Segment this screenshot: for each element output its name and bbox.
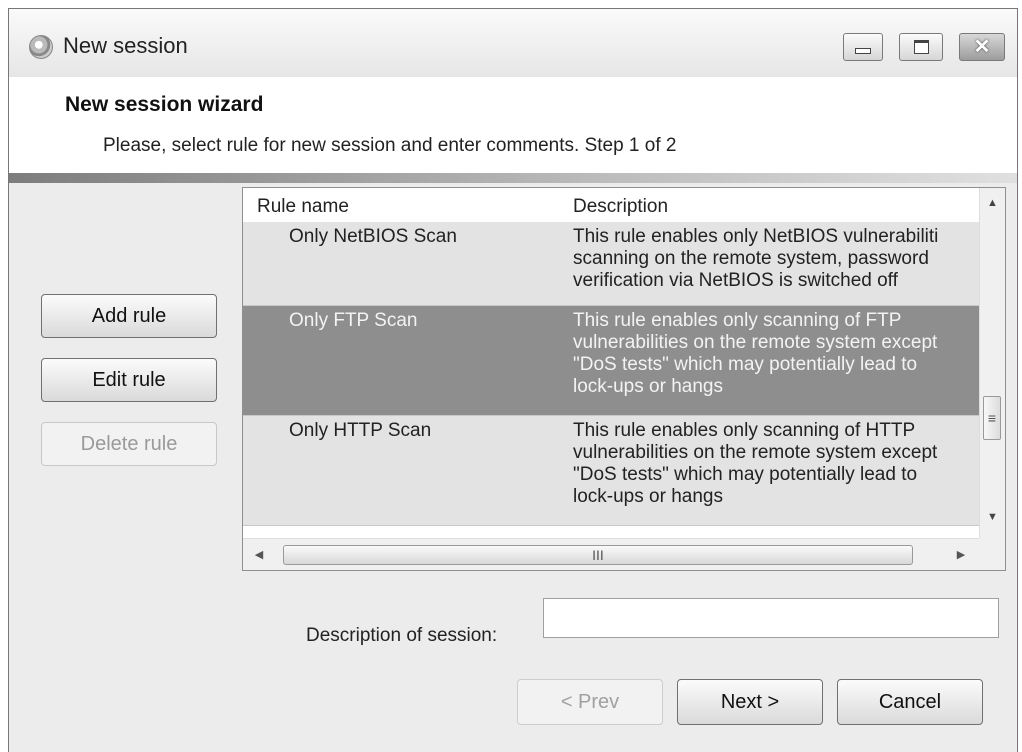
scroll-left-arrow-icon[interactable]: ◀	[247, 539, 271, 569]
rule-description: This rule enables only scanning of FTP v…	[573, 310, 979, 398]
maximize-button[interactable]	[899, 33, 943, 61]
rule-row-netbios[interactable]: Only NetBIOS Scan This rule enables only…	[243, 222, 979, 306]
wizard-subtitle: Please, select rule for new session and …	[103, 135, 677, 156]
description-line: lock-ups or hangs	[573, 486, 723, 507]
delete-rule-button[interactable]: Delete rule	[41, 422, 217, 466]
horizontal-scroll-thumb[interactable]: III	[283, 545, 913, 565]
next-button[interactable]: Next >	[677, 679, 823, 725]
new-session-dialog: New session ✕ New session wizard Please,…	[8, 8, 1018, 752]
window-title: New session	[63, 33, 188, 58]
description-line: This rule enables only NetBIOS vulnerabi…	[573, 226, 939, 247]
description-line: verification via NetBIOS is switched off	[573, 270, 898, 291]
column-header-description[interactable]: Description	[573, 196, 668, 218]
session-description-input[interactable]	[543, 598, 999, 638]
rules-list[interactable]: Rule name Description Only NetBIOS Scan …	[242, 187, 1006, 571]
description-line: "DoS tests" which may potentially lead t…	[573, 464, 918, 485]
add-rule-button[interactable]: Add rule	[41, 294, 217, 338]
rule-description: This rule enables only NetBIOS vulnerabi…	[573, 226, 979, 292]
description-line: This rule enables only scanning of HTTP	[573, 420, 916, 441]
vertical-scrollbar[interactable]: ▲ ≡ ▼	[979, 188, 1005, 538]
session-description-label: Description of session:	[306, 625, 498, 646]
scrollbar-corner	[979, 538, 1005, 570]
close-button[interactable]: ✕	[959, 33, 1005, 61]
minimize-icon	[855, 48, 871, 54]
description-line: vulnerabilities on the remote system exc…	[573, 332, 938, 353]
rules-list-body: Rule name Description Only NetBIOS Scan …	[243, 188, 979, 538]
vertical-scroll-thumb[interactable]: ≡	[983, 396, 1001, 440]
rule-row-http[interactable]: Only HTTP Scan This rule enables only sc…	[243, 416, 979, 526]
rule-name: Only NetBIOS Scan	[289, 226, 457, 247]
title-bar[interactable]: New session ✕	[9, 9, 1017, 77]
list-header: Rule name Description	[243, 188, 979, 222]
rule-row-ftp[interactable]: Only FTP Scan This rule enables only sca…	[243, 306, 979, 416]
description-line: This rule enables only scanning of FTP	[573, 310, 902, 331]
scroll-up-arrow-icon[interactable]: ▲	[980, 192, 1005, 214]
scroll-down-arrow-icon[interactable]: ▼	[980, 506, 1005, 528]
rule-name: Only FTP Scan	[289, 310, 418, 331]
grip-icon: ≡	[987, 410, 997, 426]
header-divider	[9, 173, 1017, 183]
app-icon	[29, 35, 53, 59]
description-line: "DoS tests" which may potentially lead t…	[573, 354, 918, 375]
column-header-rule-name[interactable]: Rule name	[257, 196, 349, 218]
prev-button[interactable]: < Prev	[517, 679, 663, 725]
horizontal-scrollbar[interactable]: ◀ III ▶	[243, 538, 979, 570]
cancel-button[interactable]: Cancel	[837, 679, 983, 725]
rule-name: Only HTTP Scan	[289, 420, 432, 441]
description-line: vulnerabilities on the remote system exc…	[573, 442, 938, 463]
rule-description: This rule enables only scanning of HTTP …	[573, 420, 979, 508]
edit-rule-button[interactable]: Edit rule	[41, 358, 217, 402]
wizard-title: New session wizard	[65, 93, 264, 116]
scroll-right-arrow-icon[interactable]: ▶	[949, 539, 973, 569]
close-icon: ✕	[973, 36, 991, 58]
description-line: scanning on the remote system, password	[573, 248, 929, 269]
maximize-icon	[913, 40, 929, 54]
minimize-button[interactable]	[843, 33, 883, 61]
wizard-header: New session wizard Please, select rule f…	[9, 77, 1017, 177]
grip-icon: III	[592, 547, 604, 563]
description-line: lock-ups or hangs	[573, 376, 723, 397]
